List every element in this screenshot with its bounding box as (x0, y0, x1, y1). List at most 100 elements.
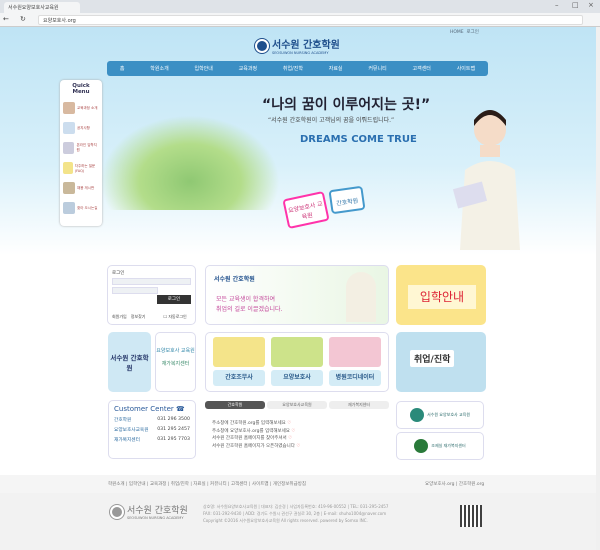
banner-text: 취업의 길로 이끌겠습니다. (216, 306, 283, 313)
care-center-link[interactable]: 요양보호사 교육원 재가복지센터 (155, 332, 196, 392)
footer-links[interactable]: 학원소개 | 입학안내 | 교육과정 | 취업/진학 | 자료실 | 커뮤니티 … (108, 481, 306, 487)
nav-admission[interactable]: 입학안내 (194, 65, 212, 72)
url-input[interactable]: 요양보호사.org (38, 15, 583, 25)
quick-item-courses[interactable]: 교육과정 소개 (63, 98, 99, 118)
notice-item[interactable]: 주소창에 요양보호사.org를 입력해보세요 ♡ (212, 428, 300, 436)
course-label: 병원코디네이터 (329, 370, 381, 386)
notice-item[interactable]: 주소창에 간호학원.org를 입력해보세요 ♡ (212, 420, 300, 428)
qr-code (460, 505, 482, 527)
course-image (329, 337, 381, 367)
logo-subtitle: SEOSUWON NURSING ACADEMY (272, 51, 329, 55)
job-label: 취업/진학 (410, 350, 455, 367)
login-title: 로그인 (112, 271, 125, 276)
quick-item-jobs[interactable]: 채용 게시판 (63, 178, 99, 198)
emblem-icon (110, 504, 124, 519)
partner-label: 서수원 요양보호사 교육원 (426, 412, 471, 417)
logo-title: 서수원 간호학원 (272, 40, 340, 51)
hero-tag-nursing[interactable]: 간호학원 (328, 185, 366, 215)
course-card[interactable]: 병원코디네이터 (329, 337, 381, 387)
nurse-image (346, 272, 376, 322)
address-bar-area: ← ↻ 요양보호사.org (0, 13, 600, 27)
admission-label: 입학안내 (408, 285, 476, 309)
join-link[interactable]: 회원가입 (112, 314, 127, 320)
contact-row: 간호학원 031 296 3500 (114, 417, 190, 423)
course-cards: 간호조무사 요양보호사 병원코디네이터 (205, 332, 389, 392)
welfare-label: 재가복지센터 (161, 361, 190, 367)
emblem-icon (255, 38, 269, 53)
partner-care-link[interactable]: 서수원 요양보호사 교육원 (396, 401, 484, 429)
quick-item-label: 공지사항 (77, 125, 90, 130)
nav-resources[interactable]: 자료실 (329, 65, 343, 72)
hero-headline: “나의 꿈이 이루어지는 곳!” (262, 97, 431, 113)
footer-info-line: 상호명: 서수원요양보호사교육원 | 대표자: 김순경 | 사업자등록번호: 4… (203, 504, 389, 509)
contact-row: 재가복지센터 031 295 7703 (114, 437, 190, 443)
nav-sitemap[interactable]: 사이트맵 (457, 65, 475, 72)
nav-jobs[interactable]: 취업/진학 (283, 65, 303, 72)
scrollbar[interactable] (596, 27, 600, 550)
customer-center: Customer Center ☎ 간호학원 031 296 3500 요양보호사… (108, 400, 196, 459)
notice-item[interactable]: 서수원 간호학원 홈페이지를 찾아주셔서 ♡ (212, 435, 300, 443)
banner-text: 모든 교육생이 합격하여 (216, 296, 276, 303)
reload-icon[interactable]: ↻ (20, 15, 26, 23)
auto-login-label: 자동로그인 (168, 314, 187, 319)
main-nav: 홈 학원소개 입학안내 교육과정 취업/진학 자료실 커뮤니티 고객센터 사이트… (107, 61, 488, 76)
id-input[interactable] (112, 278, 191, 285)
hero-slogan: DREAMS COME TRUE (300, 134, 417, 145)
nav-about[interactable]: 학원소개 (150, 65, 168, 72)
browser-tab-bar: 서수원요양보호사교육원 – □ × (0, 0, 600, 13)
contact-phone: 031 295 7703 (157, 437, 190, 442)
notice-item[interactable]: 서수원 간호학원 홈페이지가 오픈하였습니다 ♡ (212, 443, 300, 451)
auto-login-checkbox[interactable]: ☐ 자동로그인 (163, 314, 186, 320)
footer-info-line: FAX: 031-292-9430 | ADD: 경기도 수원시 권선구 권실로… (203, 511, 387, 516)
nav-home[interactable]: 홈 (120, 65, 125, 72)
notice-tabs: 간호학원 요양보호사교육원 재가복지센터 (205, 401, 389, 409)
footer-logo: 서수원 간호학원 SEOSUWON NURSING ACADEMY (110, 503, 188, 520)
quick-item-notice[interactable]: 공지사항 (63, 118, 99, 138)
admission-banner[interactable]: 입학안내 (396, 265, 486, 325)
login-link[interactable]: 로그인 (467, 30, 479, 35)
quick-menu-title: Quick Menu (72, 83, 90, 95)
partner-label: 조제실 재가복지센터 (431, 443, 466, 448)
quick-item-apply[interactable]: 온라인 입학지원 (63, 138, 99, 158)
notice-list: 주소창에 간호학원.org를 입력해보세요 ♡ 주소창에 요양보호사.org를 … (212, 420, 300, 450)
promo-banner[interactable]: 서수원 간호학원 모든 교육생이 합격하여 취업의 길로 이끌겠습니다. (205, 265, 389, 325)
site-logo[interactable]: 서수원 간호학원 SEOSUWON NURSING ACADEMY (255, 36, 340, 55)
nav-support[interactable]: 고객센터 (413, 65, 431, 72)
emblem-icon (414, 439, 429, 453)
back-icon[interactable]: ← (3, 15, 9, 23)
footer-site-links[interactable]: 요양보호사.org | 간호학원.org (425, 481, 484, 487)
academy-link[interactable]: 서수원 간호학원 (108, 332, 151, 392)
minimize-icon[interactable]: – (555, 1, 559, 9)
tab-welfare[interactable]: 재가복지센터 (329, 401, 389, 409)
close-icon[interactable]: × (588, 1, 594, 9)
quick-item-label: 찾아 오시는길 (77, 205, 98, 210)
nav-community[interactable]: 커뮤니티 (368, 65, 386, 72)
browser-tab[interactable]: 서수원요양보호사교육원 (4, 2, 80, 13)
login-button[interactable]: 로그인 (157, 295, 191, 304)
quick-item-faq[interactable]: 자주하는 질문(FAQ) (63, 158, 99, 178)
password-input[interactable] (112, 287, 158, 294)
footer-info-line: Copyright ©2016 서수원요양보호사교육원 All rights r… (203, 518, 368, 523)
nurse-image (452, 110, 520, 250)
tab-academy[interactable]: 간호학원 (205, 401, 265, 409)
footer-info: 상호명: 서수원요양보호사교육원 | 대표자: 김순경 | 사업자등록번호: 4… (203, 503, 388, 524)
home-link[interactable]: HOME (450, 30, 464, 35)
course-card[interactable]: 요양보호사 (271, 337, 323, 387)
partner-welfare-link[interactable]: 조제실 재가복지센터 (396, 432, 484, 460)
find-link[interactable]: 정보찾기 (131, 314, 146, 320)
nav-courses[interactable]: 교육과정 (239, 65, 257, 72)
quick-item-location[interactable]: 찾아 오시는길 (63, 198, 99, 218)
books-icon (63, 102, 75, 114)
tab-care[interactable]: 요양보호사교육원 (267, 401, 327, 409)
maximize-icon[interactable]: □ (572, 1, 579, 9)
job-banner[interactable]: 취업/진학 (396, 332, 486, 392)
megaphone-icon (63, 122, 75, 134)
question-icon (63, 162, 73, 174)
hero-island-illustration (100, 115, 280, 210)
course-image (213, 337, 265, 367)
emblem-icon (409, 408, 424, 422)
course-card[interactable]: 간호조무사 (213, 337, 265, 387)
contact-phone: 031 296 3500 (157, 417, 190, 422)
banner-logo: 서수원 간호학원 (214, 276, 255, 283)
magnifier-icon (63, 202, 75, 214)
